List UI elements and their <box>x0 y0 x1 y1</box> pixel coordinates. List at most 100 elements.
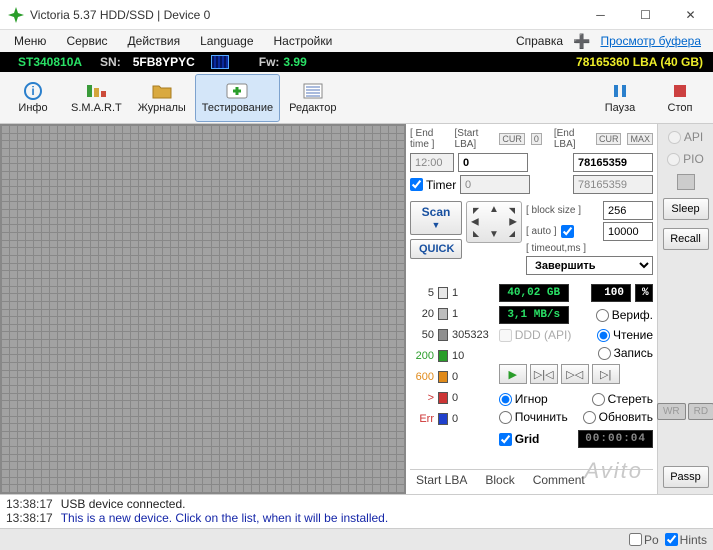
buffer-link[interactable]: Просмотр буфера <box>592 32 709 50</box>
folder-icon <box>150 81 174 101</box>
close-button[interactable]: ✕ <box>668 0 713 29</box>
speed-display: 3,1 MB/s <box>499 306 569 324</box>
timer-label: Timer <box>426 178 456 192</box>
endlba-label: [End LBA] <box>554 128 590 150</box>
sleep-button[interactable]: Sleep <box>663 198 709 220</box>
maximize-button[interactable]: ☐ <box>623 0 668 29</box>
scan-panel: [ End time ] [Start LBA] CUR 0 [End LBA]… <box>406 124 657 494</box>
nav-down[interactable]: ▼ <box>489 229 499 240</box>
finish-select[interactable]: Завершить <box>526 256 653 275</box>
endtime-label: [ End time ] <box>410 128 449 150</box>
erase-radio[interactable] <box>592 393 605 406</box>
verif-radio[interactable] <box>596 309 609 322</box>
pio-radio <box>667 153 680 166</box>
endlba-input[interactable] <box>573 153 653 172</box>
bidir-button[interactable]: ▷◁ <box>561 364 589 384</box>
scan-button[interactable]: Scan ▼ <box>410 201 462 235</box>
grid-checkbox[interactable] <box>499 433 512 446</box>
max-tag[interactable]: MAX <box>627 133 653 145</box>
play-button[interactable]: ▶ <box>499 364 527 384</box>
legend-block-err <box>438 413 448 425</box>
nav-ul[interactable]: ◤ <box>473 206 479 215</box>
menubar: Меню Сервис Действия Language Настройки … <box>0 30 713 52</box>
passp-button[interactable]: Passp <box>663 466 709 488</box>
menu-service[interactable]: Сервис <box>56 32 117 50</box>
endlba2-input <box>573 175 653 194</box>
window-title: Victoria 5.37 HDD/SSD | Device 0 <box>30 8 578 22</box>
minimize-button[interactable]: ─ <box>578 0 623 29</box>
startlba-input[interactable] <box>458 153 528 172</box>
errtab-block: Block <box>485 473 514 487</box>
legend-block-50 <box>438 329 448 341</box>
chip-icon <box>211 55 229 69</box>
timer-checkbox[interactable] <box>410 178 423 191</box>
rd-button[interactable]: RD <box>688 403 713 420</box>
skip-button[interactable]: ▷| <box>592 364 620 384</box>
prev-button[interactable]: ▷|◁ <box>530 364 558 384</box>
blocksize-input[interactable] <box>603 201 653 220</box>
device-model: ST340810A <box>0 55 100 69</box>
log-msg-2: This is a new device. Click on the list,… <box>61 511 388 525</box>
nav-dl[interactable]: ◣ <box>473 229 479 238</box>
menu-main[interactable]: Меню <box>4 32 56 50</box>
timer-display: 00:00:04 <box>578 430 653 448</box>
errtab-comment: Comment <box>533 473 585 487</box>
legend-block-600 <box>438 371 448 383</box>
cur-tag-2[interactable]: CUR <box>596 133 622 145</box>
api-radio <box>668 131 681 144</box>
pct-display: 100 <box>591 284 631 302</box>
fw-label: Fw: <box>229 55 280 69</box>
auto-checkbox[interactable] <box>561 225 574 238</box>
size-display: 40,02 GB <box>499 284 569 302</box>
editor-tab[interactable]: Редактор <box>282 74 343 122</box>
quick-button[interactable]: QUICK <box>410 239 462 259</box>
nav-pad: ▲ ▼ ◀ ▶ ◤ ◥ ◣ ◢ <box>466 201 522 243</box>
wr-button[interactable]: WR <box>657 403 686 420</box>
timeout-label: [ timeout,ms ] <box>526 243 586 254</box>
nav-right[interactable]: ▶ <box>509 217 517 228</box>
menu-settings[interactable]: Настройки <box>264 32 343 50</box>
write-radio[interactable] <box>598 347 611 360</box>
svg-text:i: i <box>31 84 34 98</box>
device-fw: 3.99 <box>279 55 306 69</box>
startlba-label: [Start LBA] <box>455 128 494 150</box>
logs-tab[interactable]: Журналы <box>131 74 193 122</box>
nav-dr[interactable]: ◢ <box>509 229 515 238</box>
nav-up[interactable]: ▲ <box>489 204 499 215</box>
ddd-checkbox <box>499 329 512 342</box>
menu-help[interactable]: Справка <box>506 32 573 50</box>
zero-tag[interactable]: 0 <box>531 133 542 145</box>
device-statusbar: ST340810A SN: 5FB8YPYC Fw: 3.99 78165360… <box>0 52 713 72</box>
status-led <box>677 174 695 190</box>
info-tab[interactable]: i Инфо <box>4 74 62 122</box>
read-radio[interactable] <box>597 329 610 342</box>
nav-left[interactable]: ◀ <box>471 217 479 228</box>
menu-actions[interactable]: Действия <box>118 32 191 50</box>
nav-ur[interactable]: ◥ <box>509 206 515 215</box>
smart-tab[interactable]: S.M.A.R.T <box>64 74 129 122</box>
pause-button[interactable]: Пауза <box>591 74 649 122</box>
info-icon: i <box>21 81 45 101</box>
ignore-radio[interactable] <box>499 393 512 406</box>
refresh-radio[interactable] <box>583 411 596 424</box>
fix-radio[interactable] <box>499 411 512 424</box>
pct-unit: % <box>635 284 653 302</box>
device-lba: 78165360 LBA (40 GB) <box>576 55 713 69</box>
cur-tag-1[interactable]: CUR <box>499 133 525 145</box>
stop-button[interactable]: Стоп <box>651 74 709 122</box>
recall-button[interactable]: Recall <box>663 228 709 250</box>
smart-icon <box>84 81 108 101</box>
log-msg-1: USB device connected. <box>61 497 186 511</box>
buffer-icon: ➕ <box>573 33 590 50</box>
timeout-input[interactable] <box>603 222 653 241</box>
app-icon <box>8 7 24 23</box>
scan-surface <box>0 124 406 494</box>
log-area: 13:38:17USB device connected. 13:38:17Th… <box>0 494 713 528</box>
menu-language[interactable]: Language <box>190 32 263 50</box>
test-tab[interactable]: Тестирование <box>195 74 280 122</box>
test-icon <box>225 81 249 101</box>
stop-icon <box>668 81 692 101</box>
right-sidebar: API PIO Sleep Recall WR RD Passp <box>657 124 713 494</box>
legend-block-5 <box>438 287 448 299</box>
legend-block-20 <box>438 308 448 320</box>
